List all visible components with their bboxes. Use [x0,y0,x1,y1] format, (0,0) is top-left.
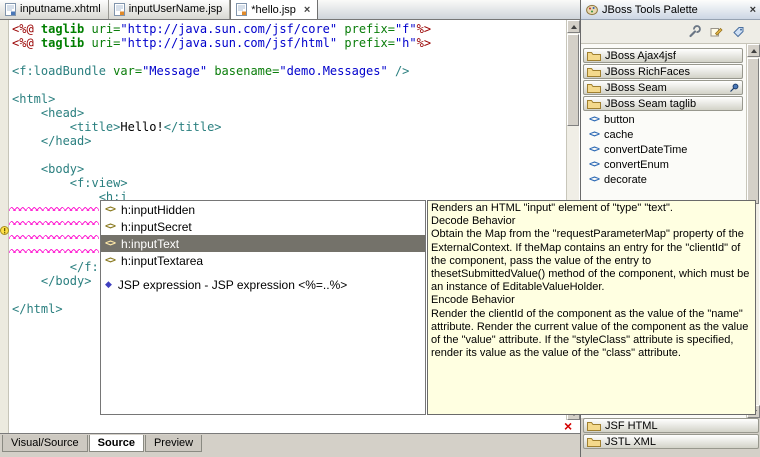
scrollbar-thumb[interactable] [747,58,759,204]
scrollbar-thumb[interactable] [567,34,579,126]
palette-item-label: convertEnum [604,159,669,171]
warning-marker-icon [0,226,9,235]
palette-icon [586,4,598,16]
completion-label: h:inputSecret [121,220,192,234]
completion-label: h:inputTextarea [121,254,203,268]
palette-group-label: JBoss Seam taglib [605,98,696,110]
folder-icon [587,50,601,61]
doc-paragraph: Decode Behavior [431,215,752,228]
jsp-file-icon [114,3,125,16]
completion-item-selected[interactable]: <> h:inputText [101,235,425,252]
completion-item[interactable]: ◆ JSP expression - JSP expression <%=..%… [101,276,425,293]
palette-item-button[interactable]: <> button [581,112,760,127]
palette-item-label: decorate [604,174,647,186]
tag-icon: <> [105,221,115,232]
palette-group-label: JBoss Ajax4jsf [605,50,676,62]
doc-paragraph: Obtain the Map from the "requestParamete… [431,228,752,294]
tab-label: Preview [154,437,193,449]
tab-label: inputUserName.jsp [129,3,223,15]
palette-group-seam[interactable]: JBoss Seam [583,80,743,95]
scroll-up-icon[interactable] [747,44,760,57]
completion-label: h:inputText [121,237,179,251]
tab-visual-source[interactable]: Visual/Source [2,435,88,452]
tag-icon: <> [589,144,599,155]
tab-inputusername-jsp[interactable]: inputUserName.jsp [109,0,231,19]
palette-item-label: cache [604,129,633,141]
error-indicator-icon: × [564,418,572,434]
jsp-file-icon [236,3,247,16]
folder-icon [587,420,601,431]
palette-item-label: convertDateTime [604,144,687,156]
palette-group-jstl-xml[interactable]: JSTL XML [583,434,759,449]
palette-item-decorate[interactable]: <> decorate [581,172,760,187]
tab-label: *hello.jsp [251,4,296,16]
close-icon[interactable]: × [750,4,756,16]
palette-group-label: JSF HTML [605,420,658,432]
palette-group-seam-taglib[interactable]: JBoss Seam taglib [583,96,743,111]
doc-paragraph: Render the clientId of the component as … [431,308,752,361]
palette-editor-icon[interactable] [685,23,703,41]
scroll-up-icon[interactable] [567,20,580,33]
ide-window: inputname.xhtml inputUserName.jsp *hello… [0,0,760,457]
annotation-ruler [0,20,9,433]
tab-label: Source [98,437,135,449]
pin-icon[interactable] [729,83,739,93]
tab-inputname-xhtml[interactable]: inputname.xhtml [0,0,109,19]
tab-hello-jsp[interactable]: *hello.jsp × [230,0,318,19]
folder-icon [587,66,601,77]
palette-group-label: JSTL XML [605,436,656,448]
jsp-expression-icon: ◆ [105,279,112,290]
doc-tooltip: Renders an HTML "input" element of "type… [427,200,756,415]
tab-label: Visual/Source [11,437,79,449]
palette-item-cache[interactable]: <> cache [581,127,760,142]
folder-icon [587,436,601,447]
palette-item-convertenum[interactable]: <> convertEnum [581,157,760,172]
tab-preview[interactable]: Preview [145,435,202,452]
palette-group-label: JBoss Seam [605,82,667,94]
palette-group-richfaces[interactable]: JBoss RichFaces [583,64,743,79]
show-hide-icon[interactable] [707,23,725,41]
tag-icon: <> [105,255,115,266]
tag-icon: <> [589,129,599,140]
close-icon[interactable]: × [304,4,310,16]
completion-item[interactable]: <> h:inputHidden [101,201,425,218]
tab-label: inputname.xhtml [20,3,101,15]
palette-group-label: JBoss RichFaces [605,66,690,78]
error-squiggle [9,249,99,253]
completion-item[interactable]: <> h:inputTextarea [101,252,425,269]
completion-label: h:inputHidden [121,203,195,217]
completion-popup: <> h:inputHidden <> h:inputSecret <> h:i… [100,200,426,415]
tab-source[interactable]: Source [89,435,144,452]
editor-mode-tabs: Visual/Source Source Preview [0,433,580,457]
editor-tabbar: inputname.xhtml inputUserName.jsp *hello… [0,0,580,20]
tag-icon: <> [589,114,599,125]
error-squiggle [9,235,99,239]
palette-titlebar: JBoss Tools Palette × [581,0,760,20]
folder-icon [587,98,601,109]
tag-icon: <> [105,238,115,249]
completion-item[interactable]: <> h:inputSecret [101,218,425,235]
tag-icon: <> [105,204,115,215]
palette-toolbar [581,20,760,44]
error-squiggle [9,207,99,211]
palette-item-label: button [604,114,635,126]
tag-icon: <> [589,174,599,185]
doc-paragraph: Encode Behavior [431,294,752,307]
palette-title: JBoss Tools Palette [602,4,746,16]
tag-icon: <> [589,159,599,170]
completion-label: JSP expression - JSP expression <%=..%> [118,278,347,292]
palette-group-jsf-html[interactable]: JSF HTML [583,418,759,433]
folder-icon [587,82,601,93]
xhtml-file-icon [5,3,16,16]
palette-group-ajax4jsf[interactable]: JBoss Ajax4jsf [583,48,743,63]
palette-item-convertdatetime[interactable]: <> convertDateTime [581,142,760,157]
doc-paragraph: Renders an HTML "input" element of "type… [431,202,752,215]
import-icon[interactable] [729,23,747,41]
error-squiggle [9,221,99,225]
palette-bottom-groups: JSF HTML JSTL XML [581,418,760,450]
